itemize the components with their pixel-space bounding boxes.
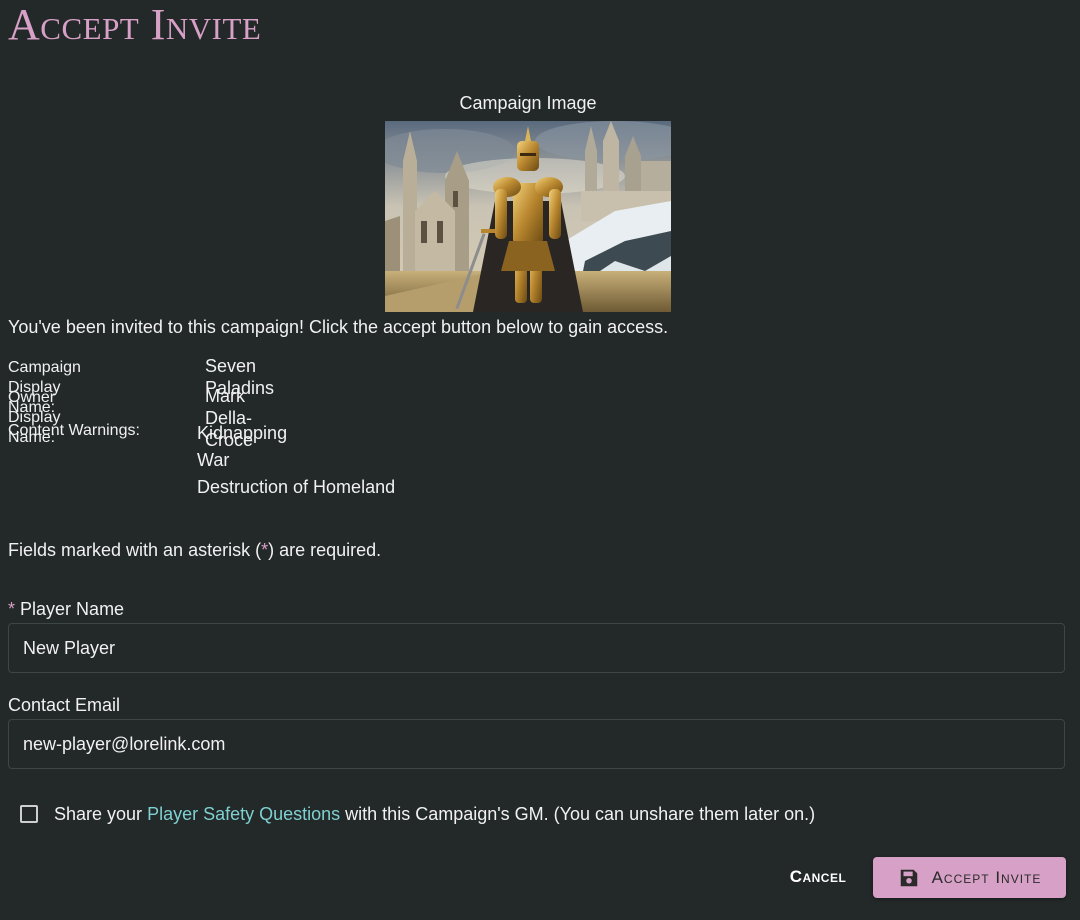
required-fields-note: Fields marked with an asterisk (*) are r… — [8, 539, 381, 561]
contact-email-input[interactable] — [8, 719, 1065, 769]
share-safety-questions-row: Share your Player Safety Questions with … — [20, 802, 815, 826]
accept-invite-label: Accept Invite — [931, 867, 1042, 887]
share-safety-questions-text: Share your Player Safety Questions with … — [54, 803, 815, 825]
required-note-before: Fields marked with an asterisk ( — [8, 540, 262, 560]
invite-intro-text: You've been invited to this campaign! Cl… — [8, 317, 669, 337]
accept-invite-button[interactable]: Accept Invite — [873, 857, 1066, 898]
player-name-required-marker: * — [8, 599, 16, 619]
page-title: Accept Invite — [8, 0, 262, 49]
content-warning-item: Destruction of Homeland — [197, 477, 396, 497]
content-warnings-label: Content Warnings: — [8, 422, 140, 439]
share-text-after: with this Campaign's GM. (You can unshar… — [340, 804, 816, 824]
required-note-after: ) are required. — [268, 540, 382, 560]
content-warning-item: Kidnapping — [197, 423, 288, 443]
share-safety-questions-checkbox[interactable] — [20, 805, 38, 823]
cancel-button[interactable]: Cancel — [772, 857, 864, 897]
save-icon — [900, 869, 917, 886]
player-name-label: * Player Name — [8, 598, 124, 620]
content-warning-item: War — [197, 450, 230, 470]
player-safety-questions-link[interactable]: Player Safety Questions — [147, 804, 340, 824]
player-name-input[interactable] — [8, 623, 1065, 673]
contact-email-label: Contact Email — [8, 695, 121, 715]
share-text-before: Share your — [54, 804, 148, 824]
campaign-image — [385, 121, 671, 312]
content-warnings-list: Kidnapping War Destruction of Homeland — [197, 420, 395, 501]
campaign-image-label: Campaign Image — [459, 93, 597, 113]
player-name-label-text: Player Name — [20, 599, 125, 619]
